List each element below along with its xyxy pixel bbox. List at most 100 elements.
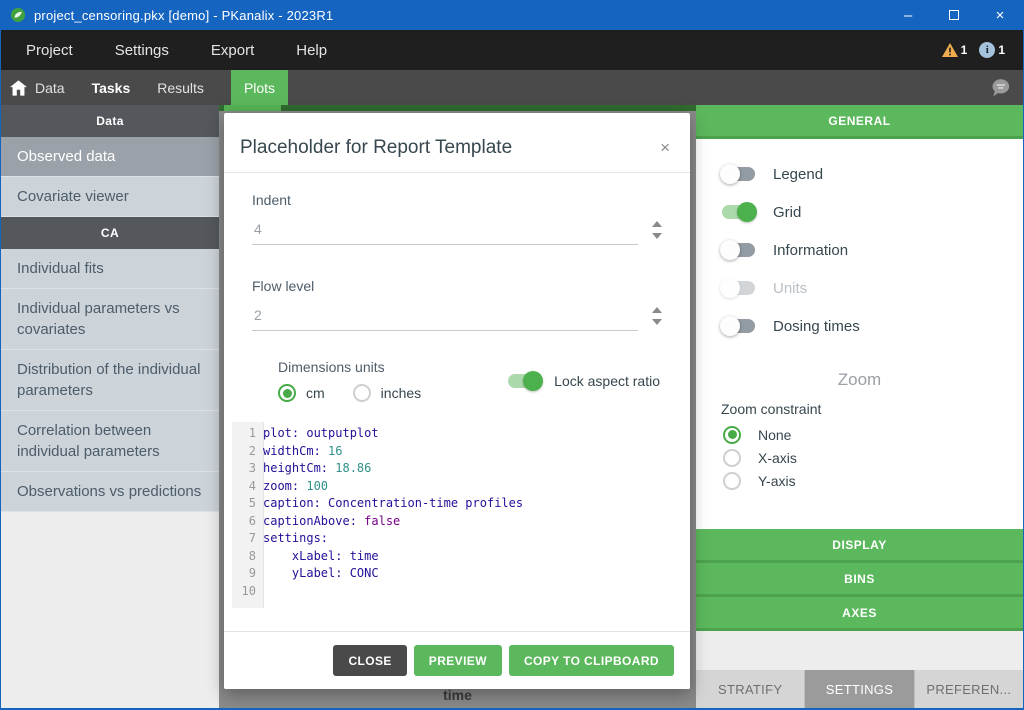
flow-level-field: Flow level — [252, 278, 662, 331]
plots-tab-underline-bright — [224, 105, 281, 111]
dialog-title: Placeholder for Report Template — [240, 137, 512, 158]
menu-bar: Project Settings Export Help 1 i 1 — [1, 30, 1023, 70]
menu-export[interactable]: Export — [211, 42, 254, 59]
menu-settings[interactable]: Settings — [115, 42, 169, 59]
code-line: 9 yLabel: CONC — [232, 565, 684, 583]
sidebar-item-distribution-indiv-params[interactable]: Distribution of the individual parameter… — [1, 350, 219, 411]
stepper-up-icon[interactable] — [652, 221, 662, 227]
code-token: 18.86 — [335, 460, 371, 478]
status-badges: 1 i 1 — [942, 42, 1005, 58]
units-toggle-row: Units — [696, 269, 1023, 307]
sidebar-section-ca: CA — [1, 217, 219, 249]
sidebar-item-individual-fits[interactable]: Individual fits — [1, 249, 219, 289]
tab-settings[interactable]: SETTINGS — [805, 670, 913, 708]
radio-y-axis[interactable] — [723, 472, 741, 490]
close-button[interactable]: CLOSE — [333, 645, 406, 676]
legend-label: Legend — [773, 166, 823, 183]
dialog-footer: CLOSE PREVIEW COPY TO CLIPBOARD — [224, 631, 690, 689]
tab-preferences[interactable]: PREFEREN... — [915, 670, 1023, 708]
tab-plots[interactable]: Plots — [231, 70, 288, 105]
dosing-times-toggle-row: Dosing times — [696, 307, 1023, 345]
code-token: captionAbove: — [263, 513, 364, 531]
lock-aspect-ratio-group: Lock aspect ratio — [508, 373, 660, 389]
radio-x-axis[interactable] — [723, 449, 741, 467]
tab-results[interactable]: Results — [157, 70, 204, 105]
radio-inches-label: inches — [381, 385, 421, 401]
info-badge[interactable]: i 1 — [979, 42, 1005, 58]
radio-y-axis-label: Y-axis — [758, 473, 796, 489]
section-bins[interactable]: BINS — [696, 563, 1023, 597]
indent-input[interactable] — [252, 221, 638, 245]
radio-none[interactable] — [723, 426, 741, 444]
dosing-times-toggle[interactable] — [722, 319, 755, 333]
code-editor-lines: 1plot: outputplot2widthCm: 163heightCm: … — [232, 422, 684, 600]
information-toggle[interactable] — [722, 243, 755, 257]
info-count: 1 — [998, 43, 1005, 57]
code-token: 16 — [328, 443, 342, 461]
flow-level-stepper[interactable] — [652, 307, 662, 331]
indent-label: Indent — [252, 192, 662, 208]
code-line: 5caption: Concentration-time profiles — [232, 495, 684, 513]
menu-help[interactable]: Help — [296, 42, 327, 59]
menu-project[interactable]: Project — [26, 42, 73, 59]
sidebar-item-covariate-viewer[interactable]: Covariate viewer — [1, 177, 219, 217]
stepper-down-icon[interactable] — [652, 233, 662, 239]
preview-button[interactable]: PREVIEW — [414, 645, 502, 676]
section-display[interactable]: DISPLAY — [696, 529, 1023, 563]
legend-toggle[interactable] — [722, 167, 755, 181]
indent-stepper[interactable] — [652, 221, 662, 245]
zoom-section-title: Zoom — [696, 370, 1023, 390]
tab-tasks[interactable]: Tasks — [92, 70, 131, 105]
section-axes[interactable]: AXES — [696, 597, 1023, 631]
copy-to-clipboard-button[interactable]: COPY TO CLIPBOARD — [509, 645, 674, 676]
lock-aspect-ratio-toggle[interactable] — [508, 374, 541, 388]
sidebar-item-correlation-indiv-params[interactable]: Correlation between individual parameter… — [1, 411, 219, 472]
lock-aspect-ratio-label: Lock aspect ratio — [554, 373, 660, 389]
line-number: 3 — [232, 460, 263, 478]
units-label: Units — [773, 280, 807, 297]
code-token: settings: — [263, 530, 328, 548]
template-code-editor[interactable]: 1plot: outputplot2widthCm: 163heightCm: … — [232, 422, 684, 608]
tab-stratify[interactable]: STRATIFY — [696, 670, 804, 708]
info-icon: i — [979, 42, 995, 58]
flow-level-input[interactable] — [252, 307, 638, 331]
line-number: 10 — [232, 583, 263, 601]
grid-toggle[interactable] — [722, 205, 755, 219]
tab-data[interactable]: Data — [35, 70, 65, 105]
speech-bubble-icon — [989, 78, 1011, 98]
warning-badge[interactable]: 1 — [942, 43, 968, 57]
close-window-button[interactable]: × — [977, 0, 1023, 30]
stepper-down-icon[interactable] — [652, 319, 662, 325]
dialog-close-icon[interactable]: × — [660, 139, 670, 156]
sidebar-item-observed-data[interactable]: Observed data — [1, 137, 219, 177]
code-line: 1plot: outputplot — [232, 425, 684, 443]
radio-inches[interactable] — [353, 384, 371, 402]
line-number: 4 — [232, 478, 263, 496]
section-general[interactable]: GENERAL — [696, 105, 1023, 139]
maximize-icon — [949, 10, 959, 20]
feedback-button[interactable] — [989, 70, 1023, 105]
line-number: 9 — [232, 565, 263, 583]
indent-field: Indent — [252, 192, 662, 245]
radio-cm[interactable] — [278, 384, 296, 402]
code-token: zoom: — [263, 478, 306, 496]
stepper-up-icon[interactable] — [652, 307, 662, 313]
home-button[interactable] — [1, 70, 35, 105]
minimize-button[interactable]: – — [885, 0, 931, 30]
dosing-times-label: Dosing times — [773, 318, 860, 335]
code-token: xLabel: time — [263, 548, 379, 566]
maximize-button[interactable] — [931, 0, 977, 30]
sidebar-item-indiv-params-vs-covariates[interactable]: Individual parameters vs covariates — [1, 289, 219, 350]
warning-count: 1 — [961, 43, 968, 57]
dimensions-units-row: Dimensions units cm inches Lock aspect r… — [278, 359, 660, 402]
code-line: 6captionAbove: false — [232, 513, 684, 531]
sidebar-item-observations-vs-predictions[interactable]: Observations vs predictions — [1, 472, 219, 512]
line-number: 2 — [232, 443, 263, 461]
dialog-fields: Indent Flow level — [224, 192, 690, 331]
main-tab-bar: Data Tasks Results Plots — [1, 70, 1023, 105]
toggle-knob — [720, 278, 740, 298]
collapsed-sections: DISPLAY BINS AXES — [696, 529, 1023, 631]
grid-toggle-row: Grid — [696, 193, 1023, 231]
flow-level-label: Flow level — [252, 278, 662, 294]
code-line: 2widthCm: 16 — [232, 443, 684, 461]
